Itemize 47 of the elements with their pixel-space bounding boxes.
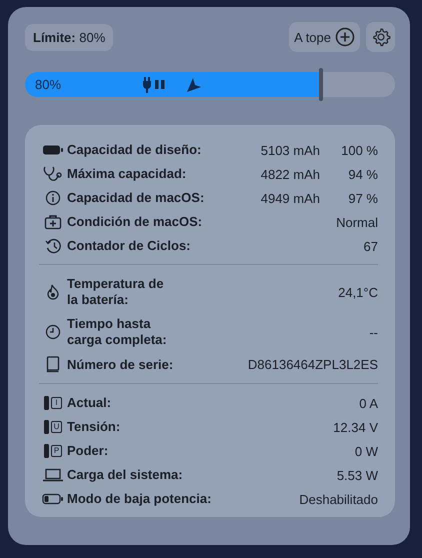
info-label: Número de serie: [67,356,174,372]
location-arrow-icon [186,76,202,92]
info-value: 5.53 W [336,468,378,482]
full-charge-button[interactable]: A tope [289,22,360,52]
info-label: Modo de baja potencia: [67,491,212,507]
info-value: 4949 mAh [260,190,320,206]
info-label: Contador de Ciclos: [67,238,192,254]
settings-button[interactable] [366,22,395,52]
limit-chip[interactable]: Límite: 80% [25,24,114,50]
stethoscope-icon [43,166,63,182]
info-label: Carga del sistema: [67,467,184,483]
info-percent: 100 % [340,142,378,158]
battery-icon [42,144,64,156]
info-icon [45,190,61,206]
info-label: Poder: [67,443,110,459]
info-label: Máxima capacidad: [67,166,188,182]
book-icon [46,356,60,373]
clock-icon [45,324,61,340]
history-icon [44,238,62,254]
info-label: Capacidad de diseño: [67,142,202,158]
info-value: -- [368,324,378,340]
info-label: Condición de macOS: [67,214,204,230]
info-value: 67 [362,238,378,254]
settings-icon [370,27,390,47]
flame-icon [46,284,60,300]
info-value: 4822 mAh [260,166,320,182]
info-value: Normal [335,214,378,230]
info-value: 12.34 V [332,420,378,434]
plus-icon [335,27,355,47]
info-value: D86136464ZPL3L2ES [246,357,378,372]
limit-handle[interactable] [319,68,323,101]
info-label: Actual: [67,395,112,411]
medkit-icon [44,214,62,230]
info-label: Tiempo hasta carga completa: [67,316,168,348]
info-value: 0 A [358,396,378,410]
info-value: 5103 mAh [260,142,320,158]
info-label: Tensión: [67,419,122,435]
info-label: Capacidad de macOS: [67,190,206,206]
info-percent: 97 % [347,190,378,206]
low-battery-icon [42,493,64,505]
charge-percent: 80% [35,77,62,92]
info-value: 24,1°C [337,284,378,300]
info-label: Temperatura de la batería: [67,276,165,308]
laptop-icon [42,468,64,482]
info-value: 0 W [354,444,378,458]
info-percent: 94 % [347,166,378,182]
info-value: Deshabilitado [298,492,378,506]
